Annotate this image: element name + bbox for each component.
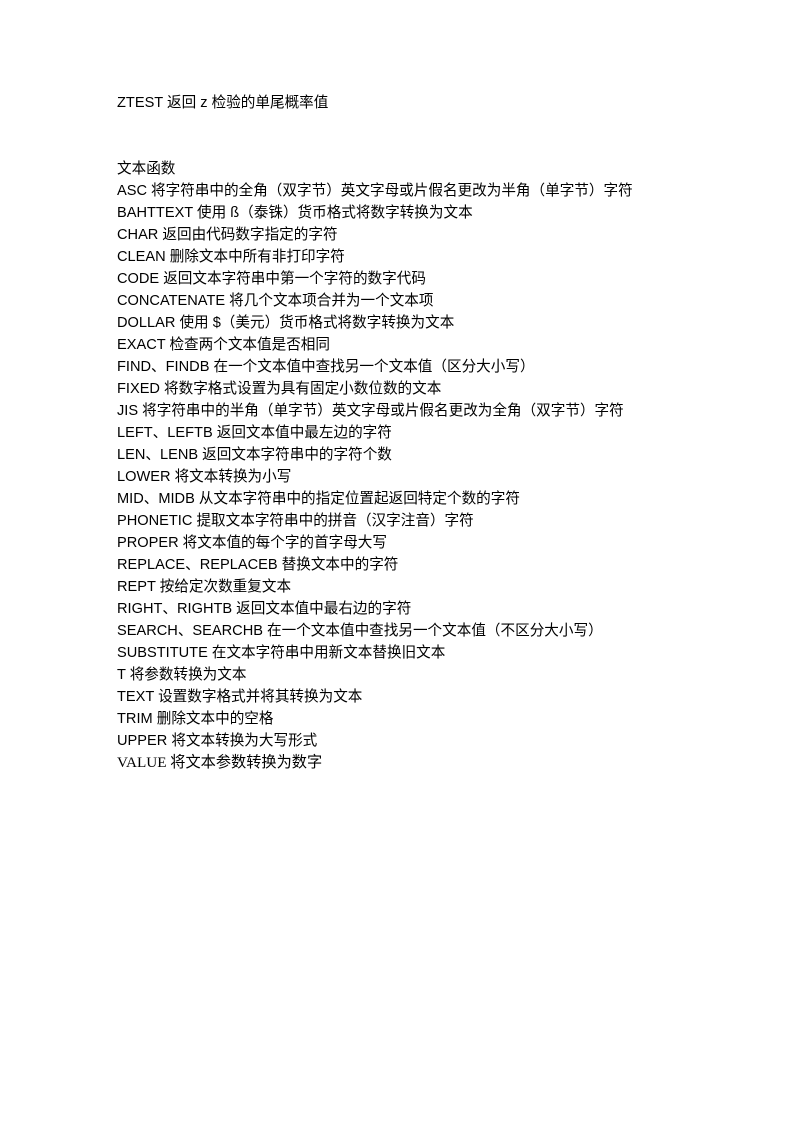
function-entry-proper: PROPER 将文本值的每个字的首字母大写 [117,535,387,551]
function-entry-upper: UPPER 将文本转换为大写形式 [117,733,318,749]
section-heading-text-functions: 文本函数 [117,161,176,177]
function-entry-clean: CLEAN 删除文本中所有非打印字符 [117,249,345,265]
function-entry-trim: TRIM 删除文本中的空格 [117,711,274,727]
blank-line-2 [117,136,679,158]
function-entry-dollar: DOLLAR 使用 $（美元）货币格式将数字转换为文本 [117,315,455,331]
function-entry-find: FIND、FINDB 在一个文本值中查找另一个文本值（区分大小写） [117,359,535,375]
function-entry-search: SEARCH、SEARCHB 在一个文本值中查找另一个文本值（不区分大小写） [117,623,603,639]
function-entry-asc: ASC 将字符串中的全角（双字节）英文字母或片假名更改为半角（单字节）字符 [117,183,633,199]
function-entry-exact: EXACT 检查两个文本值是否相同 [117,337,330,353]
function-entry-fixed: FIXED 将数字格式设置为具有固定小数位数的文本 [117,381,442,397]
document-page: ZTEST 返回 z 检验的单尾概率值 文本函数 ASC 将字符串中的全角（双字… [0,0,794,1123]
function-entry-mid: MID、MIDB 从文本字符串中的指定位置起返回特定个数的字符 [117,491,520,507]
function-entry-value: VALUE 将文本参数转换为数字 [117,754,323,771]
intro-paragraph: ZTEST 返回 z 检验的单尾概率值 [117,95,329,111]
function-entry-t: T 将参数转换为文本 [117,667,247,683]
function-entry-concatenate: CONCATENATE 将几个文本项合并为一个文本项 [117,293,434,309]
function-entry-bahttext: BAHTTEXT 使用 ß（泰铢）货币格式将数字转换为文本 [117,205,473,221]
function-entry-right: RIGHT、RIGHTB 返回文本值中最右边的字符 [117,601,412,617]
function-entry-rept: REPT 按给定次数重复文本 [117,579,292,595]
function-entry-lower: LOWER 将文本转换为小写 [117,469,292,485]
function-entry-phonetic: PHONETIC 提取文本字符串中的拼音（汉字注音）字符 [117,513,474,529]
function-entry-replace: REPLACE、REPLACEB 替换文本中的字符 [117,557,399,573]
function-entry-len: LEN、LENB 返回文本字符串中的字符个数 [117,447,392,463]
function-entry-substitute: SUBSTITUTE 在文本字符串中用新文本替换旧文本 [117,645,446,661]
blank-line-1 [117,114,679,136]
function-entry-left: LEFT、LEFTB 返回文本值中最左边的字符 [117,425,392,441]
document-text-body: ZTEST 返回 z 检验的单尾概率值 文本函数 ASC 将字符串中的全角（双字… [117,92,679,774]
function-entry-jis: JIS 将字符串中的半角（单字节）英文字母或片假名更改为全角（双字节）字符 [117,403,624,419]
function-entry-char: CHAR 返回由代码数字指定的字符 [117,227,338,243]
function-entry-code: CODE 返回文本字符串中第一个字符的数字代码 [117,271,426,287]
function-entry-text: TEXT 设置数字格式并将其转换为文本 [117,689,363,705]
